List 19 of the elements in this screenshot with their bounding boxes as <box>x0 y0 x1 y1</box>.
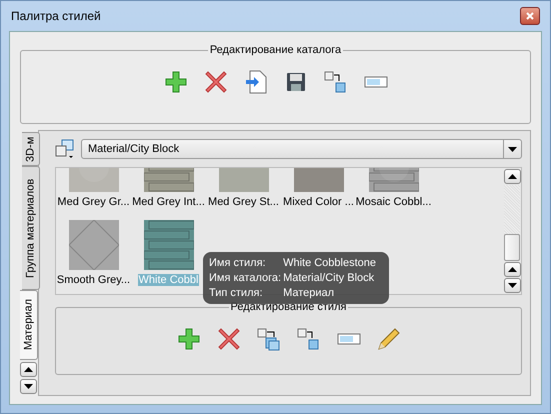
side-tab[interactable]: Материал <box>20 290 38 360</box>
group-title: Редактирование каталога <box>208 44 342 56</box>
tooltip-value: Материал <box>283 286 336 300</box>
tooltip-value: Material/City Block <box>283 271 376 285</box>
group-title: Редактирование стиля <box>230 301 348 313</box>
catalog-dropdown[interactable]: Material/City Block <box>81 139 522 159</box>
tooltip-label: Тип стиля: <box>209 286 264 300</box>
tooltip-label: Имя каталога: <box>209 271 282 285</box>
style-label[interactable]: Med Grey Gr... <box>56 196 131 208</box>
style-label[interactable]: Smooth Grey... <box>56 274 132 286</box>
style-label[interactable]: Mosaic Cobbl... <box>354 196 432 208</box>
style-label[interactable]: Med Grey St... <box>207 196 280 208</box>
window-title: Палитра стилей <box>11 9 101 23</box>
style-label[interactable]: Med Grey Int... <box>131 196 206 208</box>
side-tab[interactable]: Группа материалов <box>22 166 40 290</box>
style-label[interactable]: Mixed Color ... <box>282 196 355 208</box>
side-tab[interactable]: 3D-м <box>22 132 40 166</box>
tooltip-value: White Cobblestone <box>283 256 378 270</box>
tooltip-label: Имя стиля: <box>209 256 267 270</box>
